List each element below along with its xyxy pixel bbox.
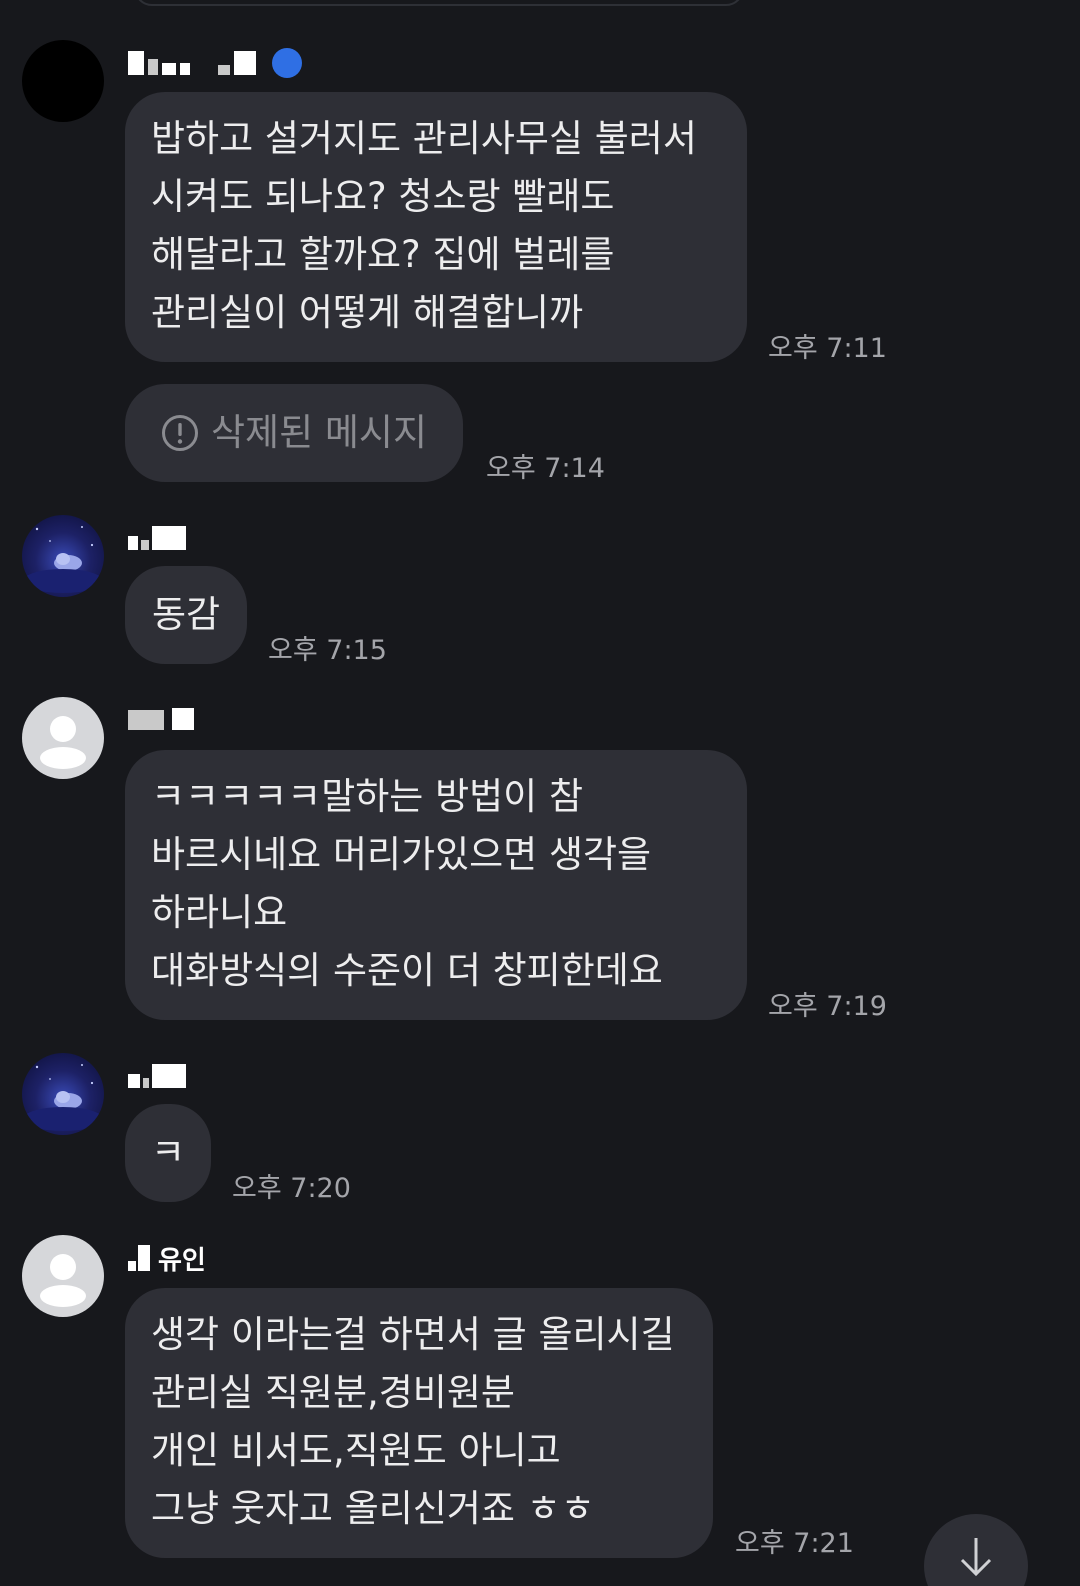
- info-circle-icon: [161, 415, 198, 451]
- message-bubble[interactable]: ㅋ: [125, 1104, 211, 1202]
- message-timestamp: 오후 7:15: [268, 635, 387, 666]
- avatar[interactable]: [22, 1235, 104, 1317]
- chat-screen: 밥하고 설거지도 관리사무실 불러서 시켜도 되나요? 청소랑 빨래도 해달라고…: [0, 0, 1080, 1586]
- message-bubble[interactable]: ㅋㅋㅋㅋㅋ말하는 방법이 참 바르시네요 머리가있으면 생각을 하라니요 대화방…: [125, 750, 747, 1020]
- avatar[interactable]: [22, 697, 104, 779]
- message-timestamp: 오후 7:11: [768, 333, 887, 364]
- message-timestamp: 오후 7:20: [232, 1173, 351, 1204]
- pixelated-name: [128, 708, 194, 730]
- message-bubble[interactable]: 동감: [125, 566, 247, 664]
- pixelated-name: [128, 51, 256, 75]
- sender-name: [128, 702, 202, 736]
- scroll-to-bottom-button[interactable]: [924, 1514, 1028, 1586]
- pixelated-name: [128, 1245, 150, 1271]
- sender-name: [128, 521, 194, 555]
- avatar[interactable]: [22, 515, 104, 597]
- arrow-down-icon: [960, 1538, 992, 1577]
- sender-name: 유인: [128, 1241, 206, 1276]
- default-user-icon: [40, 716, 86, 769]
- message-timestamp: 오후 7:21: [735, 1528, 854, 1559]
- avatar-image: [23, 526, 103, 593]
- message-timestamp: 오후 7:19: [768, 991, 887, 1022]
- deleted-message-label: 삭제된 메시지: [210, 411, 427, 454]
- message-bubble[interactable]: 밥하고 설거지도 관리사무실 불러서 시켜도 되나요? 청소랑 빨래도 해달라고…: [125, 92, 747, 362]
- pixelated-name: [128, 526, 186, 550]
- previous-message-bubble: [134, 0, 744, 6]
- avatar[interactable]: [22, 40, 104, 122]
- default-user-icon: [40, 1254, 86, 1307]
- verified-badge-icon: [272, 48, 302, 78]
- sender-name: [128, 1059, 194, 1093]
- sender-name: [128, 46, 302, 80]
- avatar[interactable]: [22, 1053, 104, 1135]
- avatar-image: [23, 1064, 103, 1131]
- message-bubble[interactable]: 생각 이라는걸 하면서 글 올리시길 관리실 직원분,경비원분 개인 비서도,직…: [125, 1288, 713, 1558]
- deleted-message-bubble[interactable]: 삭제된 메시지: [125, 384, 463, 482]
- pixelated-name: [128, 1064, 186, 1088]
- message-timestamp: 오후 7:14: [486, 453, 605, 484]
